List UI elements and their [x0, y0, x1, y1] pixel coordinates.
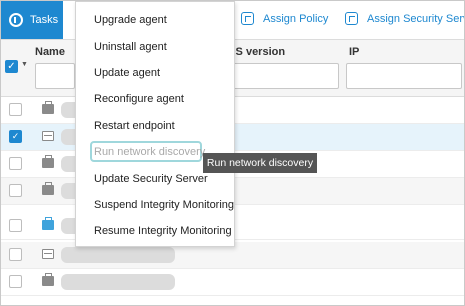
name-filter-input[interactable] [35, 63, 75, 89]
select-all-checkbox[interactable]: ✓ [5, 60, 18, 73]
menu-item-restart-endpoint[interactable]: Restart endpoint [94, 120, 175, 132]
assign-policy-button[interactable]: Assign Policy [241, 12, 328, 25]
menu-item-uninstall-agent[interactable]: Uninstall agent [94, 41, 167, 53]
menu-item-update-agent[interactable]: Update agent [94, 67, 160, 79]
tasks-label: Tasks [30, 14, 59, 26]
row-checkbox[interactable]: ✓ [9, 130, 22, 143]
menu-item-suspend-integrity-monitoring[interactable]: Suspend Integrity Monitoring [94, 199, 234, 211]
row-name-placeholder [61, 274, 175, 290]
column-header-ip[interactable]: IP [349, 46, 359, 58]
security-server-icon [42, 131, 54, 141]
os-version-filter-input[interactable] [231, 63, 339, 89]
menu-item-resume-integrity-monitoring[interactable]: Resume Integrity Monitoring [94, 225, 232, 237]
endpoint-icon [42, 273, 54, 286]
menu-item-upgrade-agent[interactable]: Upgrade agent [94, 14, 167, 26]
select-caret-icon[interactable]: ▼ [21, 61, 28, 68]
row-name-placeholder [61, 247, 175, 263]
assign-security-server-label: Assign Security Serve [367, 12, 465, 25]
assign-policy-label: Assign Policy [263, 12, 329, 25]
endpoint-icon [42, 101, 54, 114]
menu-item-update-security-server[interactable]: Update Security Server [94, 173, 208, 185]
table-row[interactable] [1, 269, 464, 296]
row-checkbox[interactable] [9, 219, 22, 232]
menu-item-reconfigure-agent[interactable]: Reconfigure agent [94, 93, 184, 105]
tasks-dropdown-menu: Upgrade agent Uninstall agent Update age… [75, 1, 235, 247]
endpoint-blue-icon [42, 217, 54, 230]
menu-item-run-network-discovery[interactable]: Run network discovery [94, 146, 205, 158]
endpoint-icon [42, 182, 54, 195]
security-server-icon [42, 249, 54, 259]
row-checkbox[interactable] [9, 184, 22, 197]
column-header-name[interactable]: Name [35, 46, 65, 58]
row-checkbox[interactable] [9, 103, 22, 116]
assign-security-server-icon [345, 12, 358, 25]
tasks-icon [9, 13, 23, 27]
assign-policy-icon [241, 12, 254, 25]
endpoint-icon [42, 155, 54, 168]
tasks-button[interactable]: Tasks [1, 1, 63, 39]
row-checkbox[interactable] [9, 157, 22, 170]
row-checkbox[interactable] [9, 275, 22, 288]
ip-filter-input[interactable] [346, 63, 462, 89]
row-checkbox[interactable] [9, 248, 22, 261]
column-header-os-version[interactable]: OS version [227, 46, 285, 58]
app-frame: Tasks Assign Policy Assign Security Serv… [0, 0, 465, 306]
assign-security-server-button[interactable]: Assign Security Serve [345, 12, 465, 25]
tooltip: Run network discovery [203, 153, 317, 173]
